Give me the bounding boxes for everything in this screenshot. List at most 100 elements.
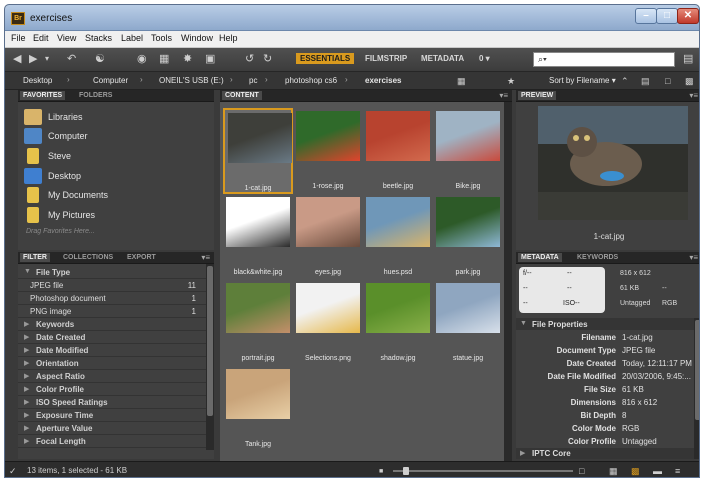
- forward-icon[interactable]: ▶: [29, 53, 37, 65]
- thumbnail-size-slider[interactable]: [393, 470, 573, 472]
- compact-mode-icon[interactable]: ▤: [683, 53, 693, 65]
- metadata-scrollbar[interactable]: [694, 318, 699, 459]
- tab-collections[interactable]: COLLECTIONS: [60, 253, 116, 262]
- workspace-more-dropdown[interactable]: 0 ▾: [479, 54, 490, 63]
- thumbnail-image[interactable]: [436, 197, 500, 247]
- breadcrumb-photoshop-cs6[interactable]: photoshop cs6: [285, 76, 337, 85]
- tab-metadata[interactable]: METADATA: [518, 253, 562, 262]
- workspace-filmstrip[interactable]: FILMSTRIP: [365, 54, 407, 63]
- section-iptc-core[interactable]: ▶ IPTC Core: [516, 448, 694, 459]
- maximize-button[interactable]: □: [656, 8, 678, 24]
- metadata-scrollbar-thumb[interactable]: [695, 320, 699, 420]
- thumbnail-view-icon[interactable]: ▩: [631, 465, 640, 477]
- filter-section-focal-length[interactable]: ▶ Focal Length: [18, 435, 206, 448]
- thumbnail-tank-jpg[interactable]: Tank.jpg: [223, 366, 293, 452]
- thumbnail-image[interactable]: [366, 283, 430, 333]
- history-dropdown-icon[interactable]: ▾: [45, 53, 49, 65]
- thumbnail-hues-psd[interactable]: hues.psd: [363, 194, 433, 280]
- filter-section-file-type[interactable]: ▼ File Type: [18, 266, 206, 279]
- breadcrumb-computer[interactable]: Computer: [93, 76, 128, 85]
- thumbnail-image[interactable]: [436, 111, 500, 161]
- favorite-desktop[interactable]: Desktop: [22, 168, 210, 186]
- back-icon[interactable]: ◀: [13, 53, 21, 65]
- tab-preview[interactable]: PREVIEW: [518, 91, 557, 100]
- breadcrumb-desktop[interactable]: Desktop: [23, 76, 52, 85]
- menu-window[interactable]: Window: [181, 33, 213, 43]
- open-in-camera-raw-icon[interactable]: ▣: [205, 53, 215, 65]
- filter-item-png[interactable]: PNG image 1: [18, 305, 206, 318]
- thumbnail-image[interactable]: [436, 283, 500, 333]
- filter-section-color-profile[interactable]: ▶ Color Profile: [18, 383, 206, 396]
- tab-filter[interactable]: FILTER: [20, 253, 50, 262]
- thumbnail-selections-png[interactable]: Selections.png: [293, 280, 363, 366]
- recent-folders-icon[interactable]: ☯: [95, 53, 105, 65]
- filter-section-aperture[interactable]: ▶ Aperture Value: [18, 422, 206, 435]
- menu-tools[interactable]: Tools: [151, 33, 172, 43]
- sort-ascending-icon[interactable]: ⌃: [621, 75, 629, 87]
- content-scrollbar[interactable]: [504, 102, 512, 461]
- thumbnail-bike-jpg[interactable]: Bike.jpg: [433, 108, 503, 194]
- thumbnail-park-jpg[interactable]: park.jpg: [433, 194, 503, 280]
- menu-view[interactable]: View: [57, 33, 76, 43]
- thumbnail-image[interactable]: [296, 197, 360, 247]
- menu-edit[interactable]: Edit: [33, 33, 49, 43]
- menu-file[interactable]: File: [11, 33, 26, 43]
- thumbnail-image[interactable]: [228, 113, 292, 163]
- tab-export[interactable]: EXPORT: [124, 253, 159, 262]
- thumbnail-image[interactable]: [366, 111, 430, 161]
- panel-menu-icon[interactable]: ▾≡: [499, 91, 508, 100]
- thumbnail-eyes-jpg[interactable]: eyes.jpg: [293, 194, 363, 280]
- thumbnail-1-rose-jpg[interactable]: 1-rose.jpg: [293, 108, 363, 194]
- filter-section-orientation[interactable]: ▶ Orientation: [18, 357, 206, 370]
- thumbnail-portrait-jpg[interactable]: portrait.jpg: [223, 280, 293, 366]
- camera-icon[interactable]: ◉: [137, 53, 147, 65]
- zoom-out-icon[interactable]: ■: [379, 466, 383, 477]
- metadata-value[interactable]: 1-cat.jpg: [622, 333, 692, 342]
- rotate-left-icon[interactable]: ↺: [245, 53, 254, 65]
- tab-content[interactable]: CONTENT: [222, 91, 262, 100]
- list-view-icon[interactable]: ≡: [675, 465, 680, 477]
- quality-options-icon[interactable]: ▦: [457, 75, 466, 87]
- preview-image[interactable]: [538, 106, 688, 220]
- open-recent-icon[interactable]: ▤: [641, 75, 650, 87]
- workspace-essentials[interactable]: ESSENTIALS: [296, 53, 355, 64]
- favorite-computer[interactable]: Computer: [22, 128, 210, 146]
- filter-section-keywords[interactable]: ▶ Keywords: [18, 318, 206, 331]
- filter-scrollbar-thumb[interactable]: [207, 266, 213, 416]
- thumbnail-image[interactable]: [226, 197, 290, 247]
- panel-menu-icon[interactable]: ▾≡: [201, 253, 210, 262]
- workspace-metadata[interactable]: METADATA: [421, 54, 464, 63]
- thumbnail-shadow-jpg[interactable]: shadow.jpg: [363, 280, 433, 366]
- panel-menu-icon[interactable]: ▾≡: [689, 253, 698, 262]
- filter-section-exposure-time[interactable]: ▶ Exposure Time: [18, 409, 206, 422]
- thumbnail-image[interactable]: [296, 111, 360, 161]
- lock-grid-icon[interactable]: ▦: [609, 465, 618, 477]
- filter-item-psd[interactable]: Photoshop document 1: [18, 292, 206, 305]
- minimize-button[interactable]: –: [635, 8, 657, 24]
- tab-keywords[interactable]: KEYWORDS: [574, 253, 621, 262]
- breadcrumb-pc[interactable]: pc: [249, 76, 257, 85]
- filter-rating-icon[interactable]: ★: [507, 75, 515, 87]
- tab-favorites[interactable]: FAVORITES: [20, 91, 66, 100]
- rotate-right-icon[interactable]: ↻: [263, 53, 272, 65]
- menu-help[interactable]: Help: [219, 33, 238, 43]
- thumbnail-image[interactable]: [226, 283, 290, 333]
- favorite-my-documents[interactable]: My Documents: [22, 187, 210, 205]
- thumbnail-image[interactable]: [226, 369, 290, 419]
- tab-folders[interactable]: FOLDERS: [76, 91, 115, 100]
- breadcrumb-current-folder[interactable]: exercises: [365, 76, 401, 85]
- new-folder-icon[interactable]: □: [665, 75, 670, 87]
- filter-section-aspect-ratio[interactable]: ▶ Aspect Ratio: [18, 370, 206, 383]
- sort-dropdown[interactable]: Sort by Filename ▾: [549, 76, 616, 85]
- favorite-steve[interactable]: Steve: [22, 148, 210, 166]
- panel-menu-icon[interactable]: ▾≡: [689, 91, 698, 100]
- menu-label[interactable]: Label: [121, 33, 143, 43]
- search-input[interactable]: ⌕▾: [533, 52, 675, 67]
- filter-section-iso[interactable]: ▶ ISO Speed Ratings: [18, 396, 206, 409]
- favorite-my-pictures[interactable]: My Pictures: [22, 207, 210, 225]
- thumbnail-statue-jpg[interactable]: statue.jpg: [433, 280, 503, 366]
- thumbnail-black-white-jpg[interactable]: black&white.jpg: [223, 194, 293, 280]
- thumbnail-size-slider-knob[interactable]: [403, 467, 409, 475]
- menu-stacks[interactable]: Stacks: [85, 33, 112, 43]
- thumbnail-1-cat-jpg[interactable]: 1-cat.jpg: [223, 108, 293, 194]
